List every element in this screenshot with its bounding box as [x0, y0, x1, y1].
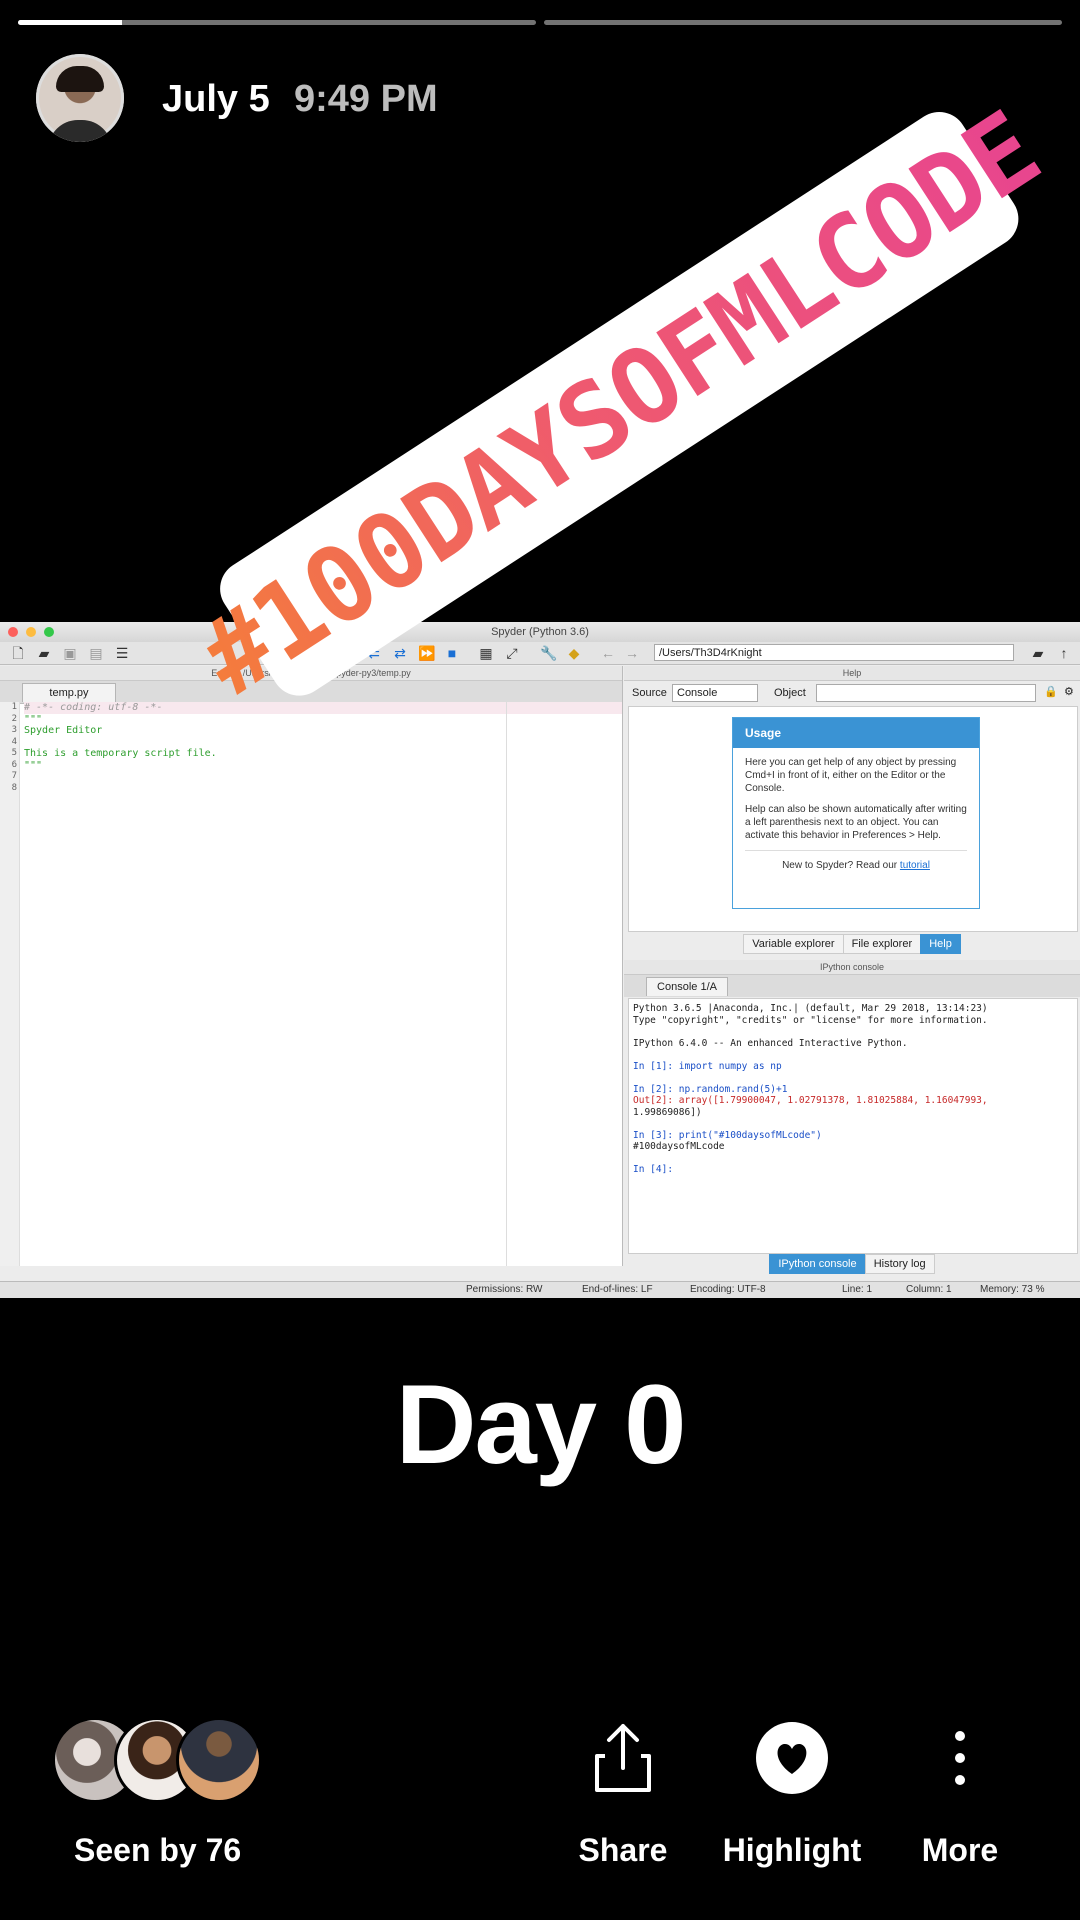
viewer-avatar[interactable]: [176, 1717, 262, 1803]
save-icon: ▣: [63, 645, 77, 661]
share-icon[interactable]: [583, 1718, 663, 1798]
code-area: # -*- coding: utf-8 -*- """ Spyder Edito…: [24, 702, 622, 794]
zoom-dot: [44, 627, 54, 637]
working-directory-field: /Users/Th3D4rKnight: [654, 644, 1014, 661]
help-tabs: Variable explorer File explorer Help: [624, 934, 1080, 954]
python-icon: ◆: [568, 645, 580, 661]
help-source-row: Source Console Object 🔒 ⚙: [624, 681, 1080, 705]
new-file-icon: 🗋: [12, 645, 24, 661]
help-content: Usage Here you can get help of any objec…: [628, 706, 1078, 932]
story-caption: Day 0: [395, 1362, 687, 1487]
edge-line: [506, 702, 507, 1266]
avatar[interactable]: [36, 54, 124, 142]
status-column: Column: 1: [906, 1284, 952, 1295]
story-progress-1: [18, 20, 536, 25]
help-header: Help: [624, 666, 1080, 681]
tutorial-link: tutorial: [899, 860, 930, 871]
console-output: Python 3.6.5 |Anaconda, Inc.| (default, …: [628, 998, 1078, 1254]
share-label[interactable]: Share: [563, 1832, 683, 1869]
maximize-pane-icon: ▦: [479, 645, 493, 661]
console-header: IPython console: [624, 960, 1080, 975]
status-bar: Permissions: RW End-of-lines: LF Encodin…: [0, 1281, 1080, 1298]
browse-folder-icon: ▰: [1032, 645, 1044, 661]
source-select: Console: [672, 684, 758, 702]
editor-pane: Editor - /Users/Th3D4rKnight/.spyder-py3…: [0, 666, 623, 1266]
usage-text-2: Help can also be shown automatically aft…: [745, 804, 967, 841]
help-pane: Help Source Console Object 🔒 ⚙ Usage Her…: [624, 666, 1080, 960]
story-time: 9:49 PM: [294, 78, 438, 120]
tab-file-explorer: File explorer: [842, 934, 922, 954]
code-line: # -*- coding: utf-8 -*-: [24, 702, 622, 714]
highlight-label[interactable]: Highlight: [712, 1832, 872, 1869]
wrench-icon: 🔧: [540, 645, 558, 661]
tab-help: Help: [920, 934, 961, 954]
more-label[interactable]: More: [900, 1832, 1020, 1869]
console-pane: IPython console Console 1/A Python 3.6.5…: [624, 960, 1080, 1274]
source-label: Source: [632, 687, 667, 699]
console-tab: Console 1/A: [646, 977, 728, 996]
object-label: Object: [774, 687, 806, 699]
seen-by[interactable]: Seen by 76: [74, 1832, 241, 1869]
continue-icon: ⏩: [418, 645, 436, 661]
usage-new: New to Spyder? Read our tutorial: [745, 850, 967, 872]
save-all-icon: ▤: [89, 645, 103, 661]
usage-box: Usage Here you can get help of any objec…: [732, 717, 980, 909]
tab-history-log: History log: [864, 1254, 935, 1274]
stop-icon: ■: [447, 645, 457, 661]
window-title: Spyder (Python 3.6): [491, 626, 589, 638]
back-arrow-icon: ←: [601, 645, 615, 661]
tab-variable-explorer: Variable explorer: [743, 934, 844, 954]
status-line: Line: 1: [842, 1284, 873, 1295]
tab-ipython-console: IPython console: [769, 1254, 866, 1274]
list-icon: ☰: [115, 645, 129, 661]
editor-tab: temp.py: [22, 683, 116, 702]
progress-fill: [18, 20, 122, 25]
fullscreen-icon: ⤢: [506, 645, 518, 661]
object-field: [816, 684, 1036, 702]
spyder-screenshot: Spyder (Python 3.6) 🗋 ▰ ▣ ▤ ☰ ◧ ↻ ▶ ⇉ ⇇ …: [0, 622, 1080, 1298]
highlight-icon[interactable]: [752, 1718, 832, 1798]
story-date: July 5: [162, 78, 270, 120]
close-dot: [8, 627, 18, 637]
hashtag-sticker: #100DAYSOFMLCODE: [179, 89, 1059, 720]
parent-dir-icon: ↑: [1060, 645, 1068, 661]
code-line: """: [24, 759, 43, 771]
status-encoding: Encoding: UTF-8: [690, 1284, 766, 1295]
more-icon[interactable]: [920, 1718, 1000, 1798]
lock-icon: 🔒: [1044, 686, 1058, 698]
minimize-dot: [26, 627, 36, 637]
status-memory: Memory: 73 %: [980, 1284, 1045, 1295]
status-permissions: Permissions: RW: [466, 1284, 543, 1295]
usage-text-1: Here you can get help of any object by p…: [745, 757, 957, 794]
console-tabs: IPython console History log: [624, 1254, 1080, 1274]
line-gutter: 12 34 56 78: [0, 702, 20, 1266]
status-eol: End-of-lines: LF: [582, 1284, 653, 1295]
step-out-icon: ⇄: [394, 645, 406, 661]
spyder-toolbar: 🗋 ▰ ▣ ▤ ☰ ◧ ↻ ▶ ⇉ ⇇ ⇄ ⏩ ■ ▦ ⤢ 🔧 ◆ ← → /U…: [0, 642, 1080, 665]
forward-arrow-icon: →: [625, 645, 639, 661]
usage-title: Usage: [733, 718, 979, 748]
code-line: This is a temporary script file.: [24, 748, 217, 759]
settings-icon: ⚙: [1064, 686, 1074, 698]
code-line: """: [24, 713, 43, 725]
window-titlebar: Spyder (Python 3.6): [0, 622, 1080, 642]
code-line: Spyder Editor: [24, 725, 103, 736]
open-file-icon: ▰: [38, 645, 50, 661]
story-progress-2: [544, 20, 1062, 25]
